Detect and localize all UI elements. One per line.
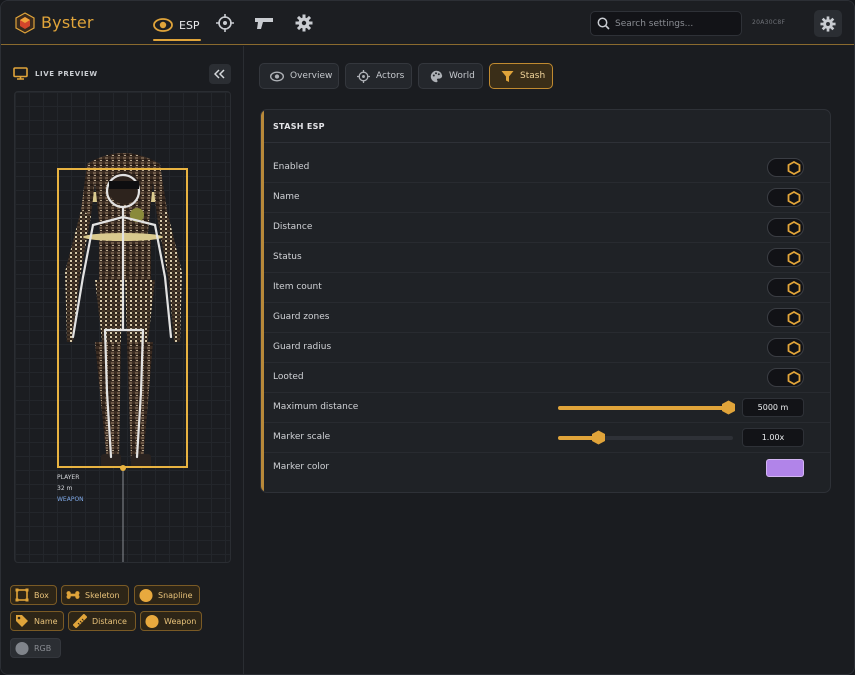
funnel-icon [500,69,514,83]
toggle-enabled[interactable] [767,158,804,177]
search-icon [597,17,610,30]
chip-distance[interactable]: Distance [68,611,136,631]
toggle-guard-radius[interactable] [767,338,804,357]
marker-color-swatch[interactable] [766,459,804,477]
eye-icon [270,69,284,83]
card-title: STASH ESP [273,122,325,131]
hex-knob-icon [787,191,801,205]
chip-rgb[interactable]: RGB [10,638,61,658]
app-window: Byster ESP Search settings... 20A30C8F L… [0,0,855,675]
toggle-item-count[interactable] [767,278,804,297]
player-preview [57,153,188,562]
setting-row-marker-scale: Marker scale 1.00x [264,423,830,453]
hex-knob-icon [787,371,801,385]
collapse-panel-button[interactable] [209,64,231,84]
crosshair-icon[interactable] [216,14,234,32]
setting-row-maximum-distance: Maximum distance 5000 m [264,393,830,423]
tab-overview[interactable]: Overview [259,63,339,89]
header: Byster ESP Search settings... 20A30C8F [1,1,854,45]
hex-knob-icon [787,281,801,295]
nav-tab-esp[interactable]: ESP [153,11,201,41]
slider-marker-scale[interactable] [558,430,733,445]
setting-row-marker-color: Marker color [264,453,830,483]
player-distance: 32 m [57,485,73,492]
player-weapon: WEAPON [57,496,84,503]
setting-row-enabled: Enabled [264,153,830,183]
search-box[interactable] [590,11,742,36]
tab-stash[interactable]: Stash [489,63,553,89]
chevrons-left-icon [214,69,225,79]
brand-name: Byster [41,13,94,32]
chip-skeleton[interactable]: Skeleton [61,585,129,605]
nav-tab-esp-label: ESP [179,18,200,32]
setting-row-name: Name [264,183,830,213]
setting-row-distance: Distance [264,213,830,243]
gun-icon[interactable] [254,14,274,32]
eye-icon [153,18,173,32]
chip-box[interactable]: Box [10,585,57,605]
gear-icon[interactable] [295,14,313,32]
hex-knob-icon [787,221,801,235]
build-code: 20A30C8F [752,19,786,26]
ruler-icon [73,614,87,628]
chip-weapon[interactable]: Weapon [140,611,202,631]
hex-knob-icon [787,161,801,175]
setting-row-item-count: Item count [264,273,830,303]
slider-maximum-distance[interactable] [558,400,735,415]
box-icon [15,588,29,602]
chip-name[interactable]: Name [10,611,64,631]
hex-knob-icon [787,341,801,355]
toggle-distance[interactable] [767,218,804,237]
bone-icon [66,588,80,602]
player-name: PLAYER [57,474,80,481]
gear-icon [820,15,836,32]
snapline-anchor [120,465,126,471]
toggle-name[interactable] [767,188,804,207]
player-labels: PLAYER 32 m WEAPON [57,472,84,505]
toggle-looted[interactable] [767,368,804,387]
setting-row-status: Status [264,243,830,273]
maximum-distance-value[interactable]: 5000 m [742,398,804,417]
live-preview-panel: LIVE PREVIEW PLAYER 32 m WEAPON Box Skel… [1,46,244,674]
settings-button[interactable] [814,10,842,37]
preview-viewport: PLAYER 32 m WEAPON [14,91,231,563]
stash-esp-card: STASH ESP Enabled Name Distance Status I… [260,109,831,493]
live-preview-title: LIVE PREVIEW [35,69,98,78]
tag-icon [15,614,29,628]
tab-world[interactable]: World [418,63,483,89]
dot-icon [145,614,159,628]
chip-snapline[interactable]: Snapline [134,585,200,605]
dot-icon [139,588,153,602]
card-divider [264,142,830,143]
slider-thumb[interactable] [591,430,606,445]
setting-row-looted: Looted [264,363,830,393]
hex-knob-icon [787,251,801,265]
slider-thumb[interactable] [721,400,736,415]
monitor-icon [13,67,28,80]
logo-icon [15,12,35,34]
tab-actors[interactable]: Actors [345,63,412,89]
dot-icon [15,641,29,655]
setting-row-guard-zones: Guard zones [264,303,830,333]
search-input[interactable] [615,18,735,29]
toggle-status[interactable] [767,248,804,267]
marker-scale-value[interactable]: 1.00x [742,428,804,447]
hex-knob-icon [787,311,801,325]
setting-row-guard-radius: Guard radius [264,333,830,363]
crosshair-icon [356,69,370,83]
palette-icon [429,69,443,83]
live-preview-header: LIVE PREVIEW [13,67,98,80]
toggle-guard-zones[interactable] [767,308,804,327]
